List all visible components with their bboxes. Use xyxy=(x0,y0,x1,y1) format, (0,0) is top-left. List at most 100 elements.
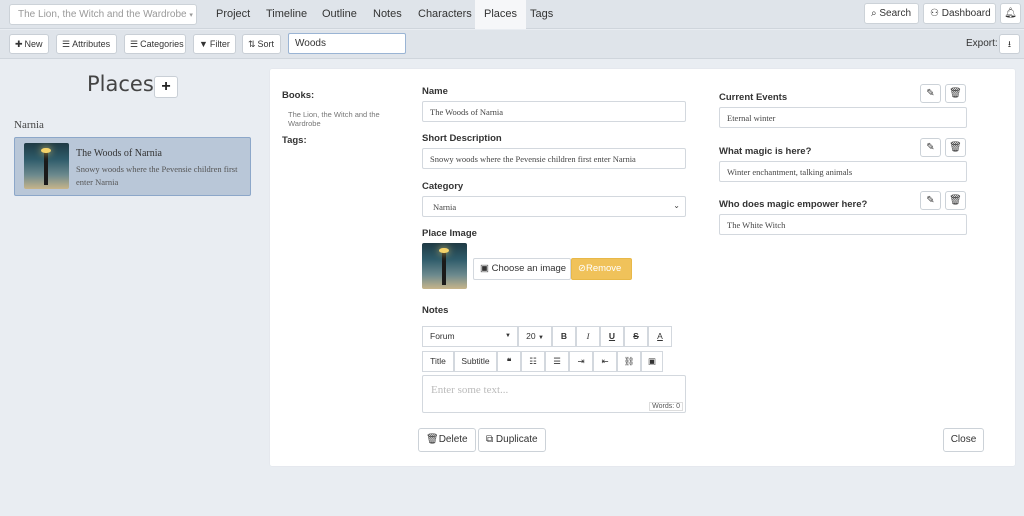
search-icon: ⌕ xyxy=(871,8,877,19)
delete-attribute-button[interactable]: 🗑︎ xyxy=(945,138,966,157)
outdent-button[interactable]: ⇤ xyxy=(593,351,617,372)
tab-characters[interactable]: Characters xyxy=(409,0,481,29)
indent-icon: ⇥ xyxy=(577,356,585,366)
attribute-value-magic[interactable]: Winter enchantment, talking animals xyxy=(719,161,967,182)
tab-places[interactable]: Places xyxy=(475,0,527,29)
sort-button[interactable]: ⇅ Sort xyxy=(242,34,281,54)
filter-button-label: Filter xyxy=(209,39,230,49)
caret-down-icon: ▼ xyxy=(537,335,544,341)
category-select[interactable]: Narnia ⌄ xyxy=(422,196,686,217)
tab-label: Notes xyxy=(373,8,402,20)
title-format-button[interactable]: Title xyxy=(422,351,454,372)
search-input-value: Woods xyxy=(295,38,326,49)
attribute-value-text: The White Witch xyxy=(727,220,786,230)
ordered-list-button[interactable]: ☷ xyxy=(521,351,545,372)
delete-attribute-button[interactable]: 🗑︎ xyxy=(945,84,966,103)
dashboard-button-label: Dashboard xyxy=(941,8,991,19)
choose-image-button[interactable]: ▣ Choose an image xyxy=(473,258,571,280)
tab-outline[interactable]: Outline xyxy=(313,0,366,29)
search-button-label: Search xyxy=(879,8,912,19)
new-button[interactable]: ✚ New xyxy=(9,34,49,54)
blockquote-button[interactable]: ❝ xyxy=(497,351,521,372)
link-button[interactable]: ⛓ xyxy=(617,351,641,372)
outdent-icon: ⇤ xyxy=(601,356,609,366)
duplicate-button-label: Duplicate xyxy=(495,434,538,445)
bullet-list-button[interactable]: ☰ xyxy=(545,351,569,372)
image-icon: ▣ xyxy=(480,263,489,274)
strikethrough-button[interactable]: S xyxy=(624,326,648,347)
tab-label: Timeline xyxy=(266,8,308,20)
delete-attribute-button[interactable]: 🗑︎ xyxy=(945,191,966,210)
new-button-label: New xyxy=(24,39,43,49)
attribute-value-current-events[interactable]: Eternal winter xyxy=(719,107,967,128)
categories-button[interactable]: ☰ Categories xyxy=(124,34,186,54)
link-icon: ⛓ xyxy=(623,356,635,366)
remove-image-button[interactable]: ⊘Remove xyxy=(571,258,632,280)
font-size-value: 20 xyxy=(526,331,536,341)
project-select[interactable]: The Lion, the Witch and the Wardrobe ▾ xyxy=(9,4,197,25)
indent-button[interactable]: ⇥ xyxy=(569,351,593,372)
bullet-list-icon: ☰ xyxy=(553,356,561,366)
plus-icon: ✚ xyxy=(15,39,23,49)
category-select-value: Narnia xyxy=(433,202,457,212)
close-button[interactable]: Close xyxy=(943,428,984,452)
place-image-label: Place Image xyxy=(422,228,477,239)
place-item-description: Snowy woods where the Pevensie children … xyxy=(76,164,238,187)
plus-icon: + xyxy=(161,78,171,95)
copy-icon: ⧉ xyxy=(486,434,494,445)
duplicate-button[interactable]: ⧉ Duplicate xyxy=(478,428,546,452)
italic-icon: I xyxy=(586,331,590,341)
edit-attribute-button[interactable]: ✎ xyxy=(920,138,941,157)
list-icon: ☰ xyxy=(62,39,71,49)
short-description-value: Snowy woods where the Pevensie children … xyxy=(430,154,636,164)
tab-notes[interactable]: Notes xyxy=(364,0,411,29)
filter-icon: ▼ xyxy=(199,39,208,49)
name-field[interactable]: The Woods of Narnia xyxy=(422,101,686,122)
short-description-field[interactable]: Snowy woods where the Pevensie children … xyxy=(422,148,686,169)
export-button[interactable]: ⭳ xyxy=(999,34,1020,54)
edit-attribute-button[interactable]: ✎ xyxy=(920,84,941,103)
books-label: Books: xyxy=(282,90,315,101)
dashboard-button[interactable]: ⚇ Dashboard xyxy=(923,3,996,24)
tab-tags[interactable]: Tags xyxy=(521,0,562,29)
edit-attribute-button[interactable]: ✎ xyxy=(920,191,941,210)
edit-icon: ✎ xyxy=(926,195,935,206)
project-select-value: The Lion, the Witch and the Wardrobe xyxy=(18,9,187,20)
insert-image-button[interactable]: ▣ xyxy=(641,351,663,372)
filter-button[interactable]: ▼ Filter xyxy=(193,34,236,54)
bold-button[interactable]: B xyxy=(552,326,576,347)
delete-button-label: Delete xyxy=(438,434,468,445)
subtitle-format-button[interactable]: Subtitle xyxy=(454,351,497,372)
subtitle-format-label: Subtitle xyxy=(461,356,490,366)
delete-button[interactable]: 🗑︎Delete xyxy=(418,428,476,452)
chevron-down-icon: ⌄ xyxy=(673,201,680,210)
place-thumbnail xyxy=(24,143,69,189)
tab-label: Places xyxy=(484,8,518,20)
font-family-select[interactable]: Forum ▼ xyxy=(422,326,518,347)
image-icon: ▣ xyxy=(647,356,657,366)
notes-editor[interactable]: Enter some text... Words: 0 xyxy=(422,375,686,413)
attributes-button-label: Attributes xyxy=(72,39,111,49)
list-icon: ☰ xyxy=(130,39,139,49)
italic-button[interactable]: I xyxy=(576,326,600,347)
underline-button[interactable]: U xyxy=(600,326,624,347)
text-color-button[interactable]: A xyxy=(648,326,672,347)
place-list-item[interactable]: The Woods of Narnia Snowy woods where th… xyxy=(14,137,251,196)
search-button[interactable]: ⌕ Search xyxy=(864,3,919,24)
font-size-select[interactable]: 20 ▼ xyxy=(518,326,552,347)
notes-label: Notes xyxy=(422,305,449,316)
attribute-value-magic-empower[interactable]: The White Witch xyxy=(719,214,967,235)
tab-project[interactable]: Project xyxy=(207,0,259,29)
strikethrough-icon: S xyxy=(633,331,639,341)
notifications-button[interactable]: 🔔︎ xyxy=(1000,3,1021,24)
caret-down-icon: ▾ xyxy=(189,12,193,19)
add-place-button[interactable]: + xyxy=(154,76,178,98)
place-search-input[interactable]: Woods xyxy=(288,33,406,54)
attributes-button[interactable]: ☰ Attributes xyxy=(56,34,117,54)
close-button-label: Close xyxy=(950,434,977,445)
user-icon: ⚇ xyxy=(930,8,939,19)
trash-icon: 🗑︎ xyxy=(949,88,962,99)
tab-timeline[interactable]: Timeline xyxy=(257,0,316,29)
word-count: Words: 0 xyxy=(649,402,683,411)
categories-button-label: Categories xyxy=(140,39,184,49)
